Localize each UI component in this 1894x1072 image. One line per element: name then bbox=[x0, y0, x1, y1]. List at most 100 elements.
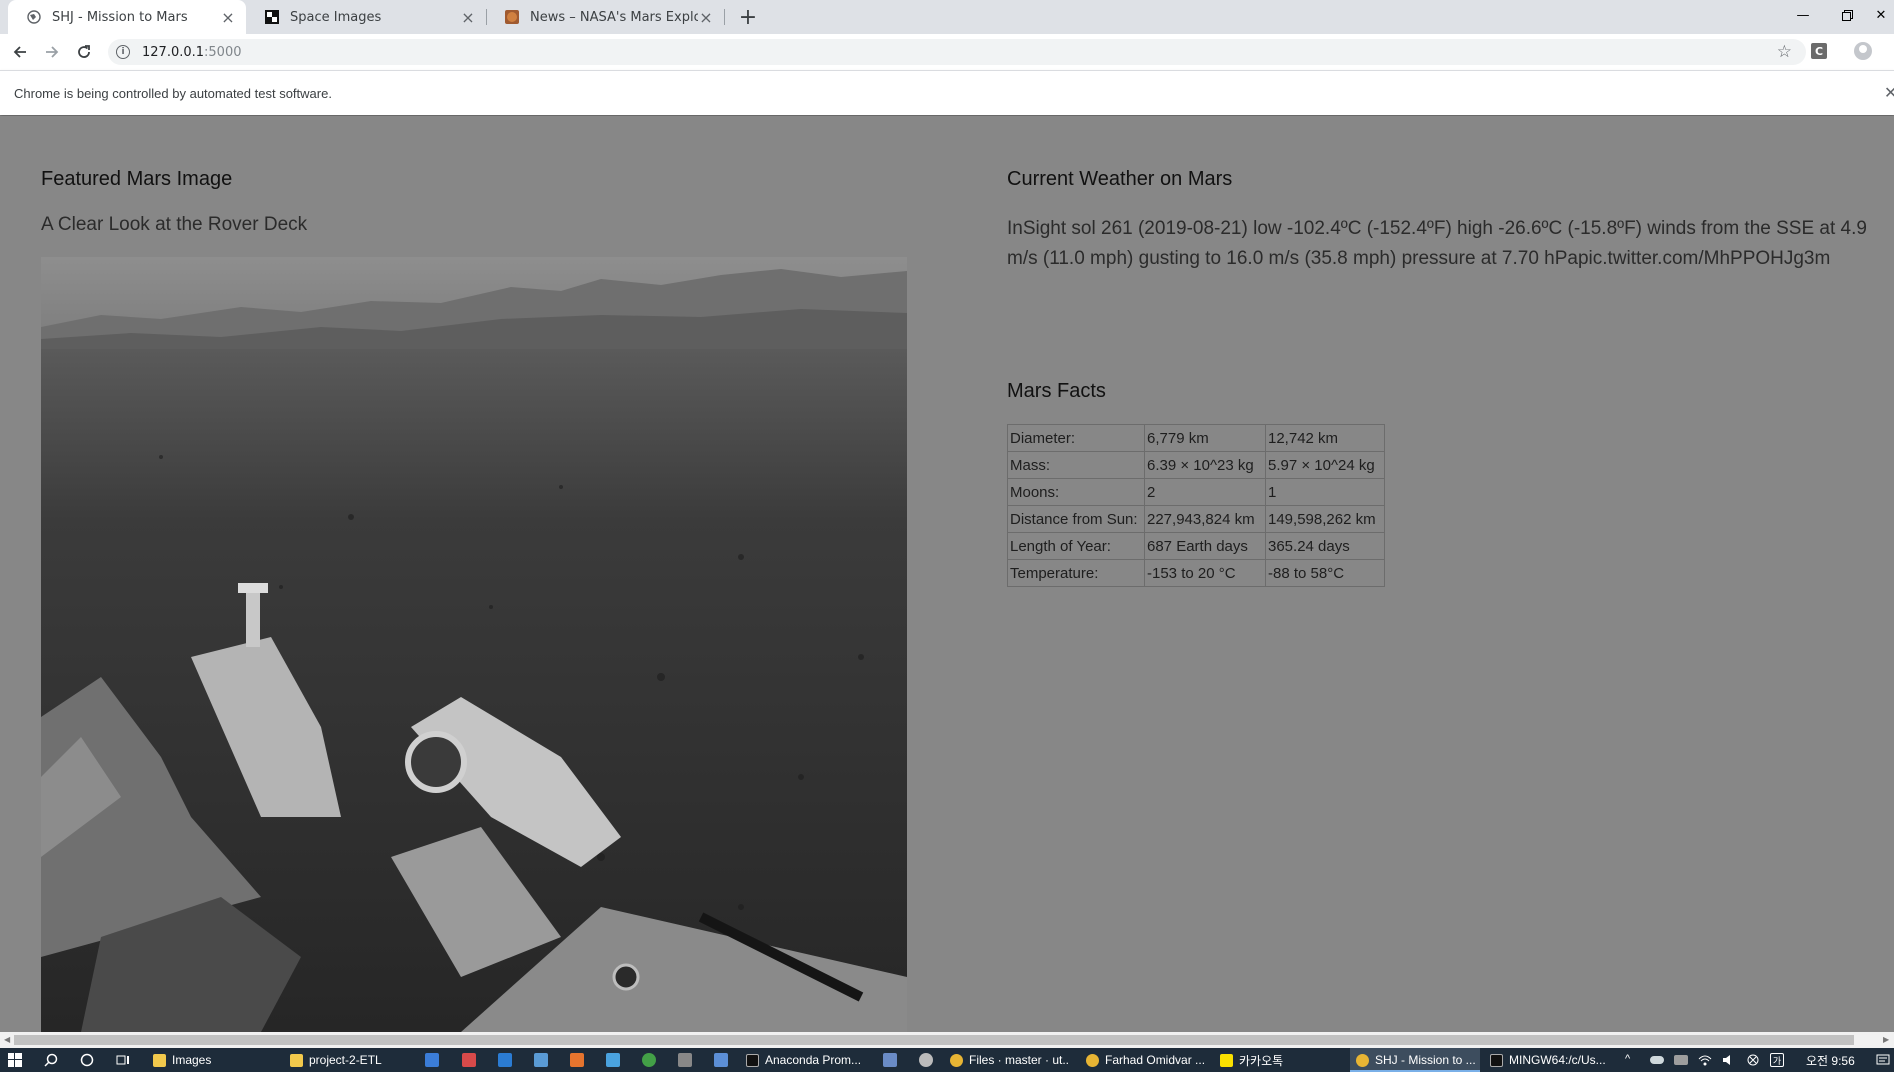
forward-arrow-icon bbox=[46, 46, 59, 58]
search-icon[interactable] bbox=[44, 1053, 58, 1067]
volume-icon[interactable] bbox=[1722, 1053, 1736, 1067]
nasa-favicon-icon bbox=[264, 9, 280, 25]
mars-favicon-icon bbox=[504, 9, 520, 25]
scroll-right-icon[interactable]: ▶ bbox=[1883, 1035, 1889, 1044]
weather-heading: Current Weather on Mars bbox=[1007, 168, 1233, 190]
tab-mission-to-mars[interactable]: SHJ - Mission to Mars × bbox=[8, 0, 246, 34]
close-icon[interactable]: × bbox=[220, 8, 236, 27]
taskbar-item-mission-to-mars[interactable]: SHJ - Mission to ... bbox=[1350, 1048, 1480, 1072]
tab-mars-news[interactable]: News – NASA's Mars Exploration × bbox=[486, 0, 724, 34]
chevron-up-icon[interactable]: ^ bbox=[1625, 1053, 1639, 1067]
weather-text: InSight sol 261 (2019-08-21) low -102.4º… bbox=[1007, 218, 1867, 269]
horizontal-scrollbar[interactable]: ◀ ▶ bbox=[0, 1032, 1894, 1048]
minimize-button[interactable]: — bbox=[1780, 0, 1826, 30]
fact-earth-value: 12,742 km bbox=[1265, 424, 1385, 452]
taskbar-item-kakaotalk[interactable]: 카카오톡 bbox=[1220, 1048, 1330, 1072]
fact-mars-value: 687 Earth days bbox=[1144, 532, 1266, 560]
back-arrow-icon bbox=[13, 46, 26, 58]
cortana-icon[interactable] bbox=[80, 1053, 94, 1067]
browser-toolbar: i 127.0.0.1:5000 ☆ bbox=[0, 34, 1894, 70]
forward-button[interactable] bbox=[38, 38, 66, 66]
globe-icon bbox=[26, 9, 42, 25]
fact-mars-value: 227,943,824 km bbox=[1144, 505, 1266, 533]
app-icon[interactable] bbox=[642, 1053, 656, 1067]
taskbar-item-farhad[interactable]: Farhad Omidvar ... bbox=[1086, 1048, 1206, 1072]
close-icon[interactable]: × bbox=[698, 8, 714, 27]
fact-mars-value: 2 bbox=[1144, 478, 1266, 506]
close-window-button[interactable]: ✕ bbox=[1868, 0, 1894, 30]
featured-image-heading: Featured Mars Image bbox=[41, 168, 233, 190]
battery-icon[interactable] bbox=[1674, 1055, 1688, 1065]
ime-icon[interactable]: 가 bbox=[1770, 1053, 1784, 1067]
onedrive-icon[interactable] bbox=[1650, 1056, 1664, 1064]
table-row: Moons: 2 1 bbox=[1007, 478, 1385, 506]
restore-icon bbox=[1841, 9, 1853, 21]
facts-heading: Mars Facts bbox=[1007, 380, 1106, 402]
fact-label: Distance from Sun: bbox=[1007, 505, 1145, 533]
taskbar-item-project[interactable]: project-2-ETL bbox=[290, 1048, 405, 1072]
taskbar-clock[interactable]: 오전 9:56 bbox=[1806, 1048, 1866, 1072]
url-text: 127.0.0.1:5000 bbox=[142, 44, 242, 60]
tab-title: News – NASA's Mars Exploration bbox=[530, 9, 698, 25]
app-icon[interactable] bbox=[606, 1053, 620, 1067]
fact-label: Length of Year: bbox=[1007, 532, 1145, 560]
notepad-icon[interactable] bbox=[534, 1053, 548, 1067]
kakaotalk-icon bbox=[1220, 1053, 1233, 1067]
fact-earth-value: 1 bbox=[1265, 478, 1385, 506]
notifications-icon[interactable] bbox=[1876, 1053, 1890, 1067]
extension-icon[interactable]: C bbox=[1811, 43, 1827, 59]
table-row: Mass: 6.39 × 10^23 kg 5.97 × 10^24 kg bbox=[1007, 451, 1385, 479]
bookmark-star-icon[interactable]: ☆ bbox=[1777, 42, 1792, 62]
scroll-left-icon[interactable]: ◀ bbox=[4, 1035, 10, 1044]
windows-start-icon[interactable] bbox=[8, 1053, 22, 1067]
automation-infobar: Chrome is being controlled by automated … bbox=[0, 70, 1894, 115]
taskbar-item-mingw[interactable]: MINGW64:/c/Us... bbox=[1490, 1048, 1610, 1072]
new-tab-button[interactable]: + bbox=[735, 4, 761, 30]
app-icon[interactable] bbox=[714, 1053, 728, 1067]
wifi-icon[interactable] bbox=[1698, 1053, 1712, 1067]
taskbar-item-files[interactable]: Files · master · ut... bbox=[950, 1048, 1070, 1072]
fact-earth-value: 365.24 days bbox=[1265, 532, 1385, 560]
fact-label: Temperature: bbox=[1007, 559, 1145, 587]
fact-label: Moons: bbox=[1007, 478, 1145, 506]
status-icon[interactable] bbox=[1746, 1053, 1760, 1067]
table-row: Temperature: -153 to 20 °C -88 to 58°C bbox=[1007, 559, 1385, 587]
tab-space-images[interactable]: Space Images × bbox=[246, 0, 486, 34]
git-icon[interactable] bbox=[678, 1053, 692, 1067]
profile-avatar-icon[interactable] bbox=[1854, 42, 1872, 60]
app-icon[interactable] bbox=[883, 1053, 897, 1067]
chrome-icon bbox=[1356, 1053, 1369, 1067]
info-icon[interactable]: i bbox=[116, 45, 130, 59]
folder-icon bbox=[153, 1053, 166, 1067]
sublime-icon[interactable] bbox=[570, 1053, 584, 1067]
folder-icon bbox=[290, 1053, 303, 1067]
task-view-icon[interactable] bbox=[116, 1053, 130, 1067]
ie-icon[interactable] bbox=[425, 1053, 439, 1067]
windows-taskbar: Images project-2-ETL Anaconda Prom... Fi… bbox=[0, 1048, 1894, 1072]
address-bar[interactable]: i 127.0.0.1:5000 ☆ bbox=[108, 39, 1806, 65]
fact-earth-value: -88 to 58°C bbox=[1265, 559, 1385, 587]
fact-mars-value: 6.39 × 10^23 kg bbox=[1144, 451, 1266, 479]
tab-separator bbox=[724, 9, 725, 25]
close-icon[interactable]: × bbox=[460, 8, 476, 27]
close-icon[interactable]: ✕ bbox=[1884, 83, 1894, 102]
reload-icon bbox=[78, 45, 90, 58]
app-icon[interactable] bbox=[462, 1053, 476, 1067]
back-button[interactable] bbox=[6, 38, 34, 66]
fact-earth-value: 5.97 × 10^24 kg bbox=[1265, 451, 1385, 479]
app-icon[interactable] bbox=[919, 1053, 933, 1067]
reload-button[interactable] bbox=[70, 38, 98, 66]
infobar-message: Chrome is being controlled by automated … bbox=[14, 86, 332, 101]
table-row: Diameter: 6,779 km 12,742 km bbox=[1007, 424, 1385, 452]
restore-button[interactable] bbox=[1824, 0, 1870, 30]
vscode-icon[interactable] bbox=[498, 1053, 512, 1067]
table-row: Distance from Sun: 227,943,824 km 149,59… bbox=[1007, 505, 1385, 533]
terminal-icon bbox=[746, 1053, 759, 1067]
taskbar-item-images[interactable]: Images bbox=[153, 1048, 263, 1072]
fact-label: Diameter: bbox=[1007, 424, 1145, 452]
tab-title: Space Images bbox=[290, 9, 382, 25]
taskbar-item-anaconda[interactable]: Anaconda Prom... bbox=[746, 1048, 866, 1072]
chrome-icon bbox=[1086, 1053, 1099, 1067]
fact-mars-value: -153 to 20 °C bbox=[1144, 559, 1266, 587]
scrollbar-thumb[interactable] bbox=[14, 1035, 1854, 1045]
